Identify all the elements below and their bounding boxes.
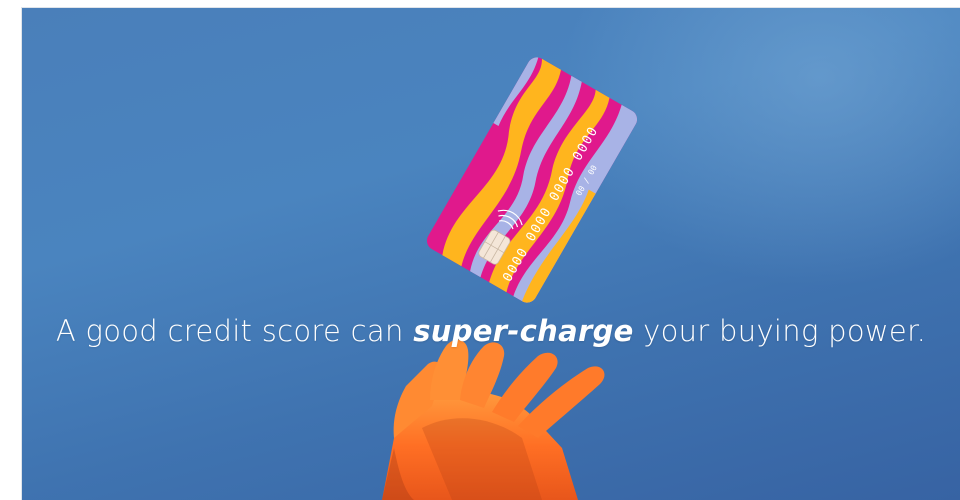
headline-part2: your buying power. bbox=[633, 314, 927, 348]
headline: A good credit score can super-charge you… bbox=[22, 314, 960, 348]
hero-banner: 0000 0000 0000 0000 00 / 00 A good credi… bbox=[22, 8, 960, 500]
credit-card: 0000 0000 0000 0000 00 / 00 bbox=[423, 53, 641, 307]
credit-card-image: 0000 0000 0000 0000 00 / 00 bbox=[423, 53, 641, 307]
headline-part1: A good credit score can bbox=[55, 314, 414, 348]
headline-emphasis: super-charge bbox=[413, 314, 634, 348]
